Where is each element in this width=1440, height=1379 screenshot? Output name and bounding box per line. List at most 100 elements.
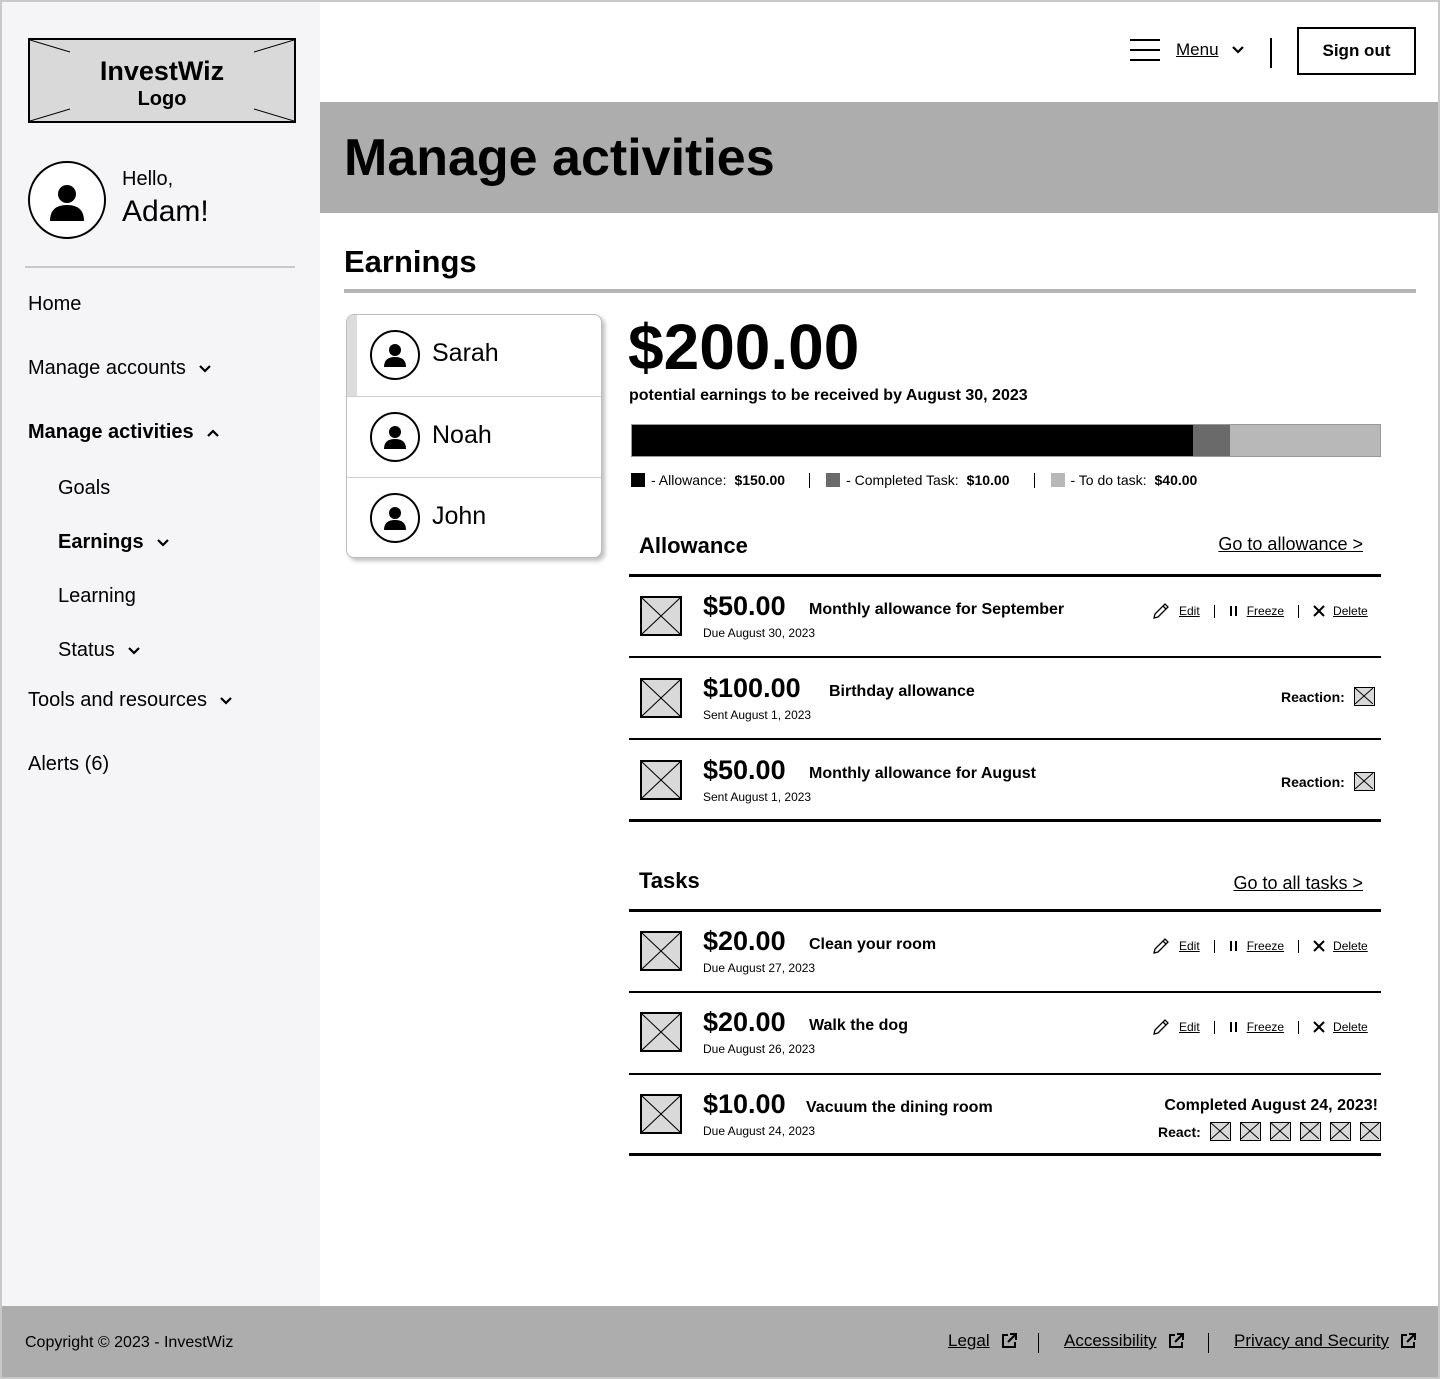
child-avatar: [370, 412, 420, 462]
delete-button[interactable]: Delete: [1313, 1020, 1368, 1034]
earnings-breakdown-bar: [631, 424, 1381, 457]
menu-button[interactable]: Menu: [1130, 38, 1245, 62]
sidebar-item-tools[interactable]: Tools and resources: [28, 689, 233, 712]
greeting-hello: Hello,: [122, 168, 174, 190]
earnings-legend: - Allowance: $150.00 - Completed Task: $…: [631, 472, 1197, 488]
edit-label: Edit: [1179, 1020, 1200, 1034]
sidebar-item-label: Goals: [58, 477, 111, 499]
tasks-top-rule: [629, 909, 1381, 912]
delete-label: Delete: [1333, 1020, 1368, 1034]
allowance-date: Sent August 1, 2023: [703, 708, 812, 722]
go-to-allowance-link[interactable]: Go to allowance >: [1218, 534, 1363, 555]
footer-divider: [1038, 1333, 1039, 1353]
pause-icon: [1229, 606, 1237, 616]
delete-button[interactable]: Delete: [1313, 939, 1368, 953]
legend-value: $10.00: [966, 472, 1010, 488]
user-avatar[interactable]: [28, 161, 106, 239]
footer-link-label: Legal: [948, 1331, 990, 1350]
task-date: Due August 27, 2023: [703, 961, 816, 975]
freeze-label: Freeze: [1246, 1020, 1285, 1034]
greeting-name: Adam!: [122, 195, 209, 228]
child-item-sarah[interactable]: Sarah: [347, 315, 601, 396]
react-placeholder-icon[interactable]: [1269, 1122, 1291, 1141]
close-icon: [1313, 1021, 1325, 1033]
allowance-date: Due August 30, 2023: [703, 626, 816, 640]
sign-out-button[interactable]: Sign out: [1297, 27, 1416, 75]
pencil-icon: [1153, 1019, 1169, 1035]
sidebar-item-manage-accounts[interactable]: Manage accounts: [28, 357, 212, 380]
sidebar-item-alerts[interactable]: Alerts (6): [28, 753, 109, 776]
reaction-placeholder-icon[interactable]: [1353, 687, 1375, 706]
edit-button[interactable]: Edit: [1151, 936, 1200, 956]
reaction-placeholder-icon[interactable]: [1353, 772, 1375, 791]
go-to-all-tasks-link[interactable]: Go to all tasks >: [1233, 873, 1363, 894]
react-placeholder-icon[interactable]: [1209, 1122, 1231, 1141]
delete-button[interactable]: Delete: [1313, 604, 1368, 618]
task-actions: Edit Freeze Delete: [1151, 1017, 1368, 1037]
allowance-title: Monthly allowance for August: [809, 765, 1036, 782]
footer-link-accessibility[interactable]: Accessibility: [1064, 1331, 1185, 1351]
edit-button[interactable]: Edit: [1151, 1017, 1200, 1037]
user-icon: [384, 426, 406, 449]
sidebar-item-manage-activities[interactable]: Manage activities: [28, 421, 220, 444]
tasks-bottom-rule: [629, 1153, 1381, 1156]
task-amount: $20.00: [703, 926, 786, 956]
edit-button[interactable]: Edit: [1151, 601, 1200, 621]
footer-divider: [1208, 1333, 1209, 1353]
react-placeholder-icon[interactable]: [1299, 1122, 1321, 1141]
row-divider: [629, 991, 1381, 993]
react-placeholder-icon[interactable]: [1239, 1122, 1261, 1141]
allowance-bottom-rule: [629, 819, 1381, 822]
chevron-down-icon: [156, 538, 169, 547]
task-title: Clean your room: [809, 936, 937, 953]
footer-link-legal[interactable]: Legal: [948, 1331, 1018, 1351]
footer: Copyright © 2023 - InvestWiz Legal Acces…: [0, 1306, 1440, 1379]
delete-label: Delete: [1333, 939, 1368, 953]
action-divider: [1298, 1020, 1300, 1034]
sidebar-item-label: Earnings: [58, 531, 144, 553]
freeze-button[interactable]: Freeze: [1229, 604, 1284, 618]
external-link-icon: [1168, 1333, 1184, 1348]
logo[interactable]: InvestWiz Logo: [28, 38, 296, 123]
sidebar-item-home[interactable]: Home: [28, 293, 81, 316]
sidebar-item-label: Learning: [58, 585, 136, 607]
allowance-amount: $100.00: [703, 673, 801, 703]
child-item-noah[interactable]: Noah: [347, 396, 601, 477]
sidebar-divider: [25, 266, 295, 268]
sidebar-item-goals[interactable]: Goals: [58, 477, 110, 500]
freeze-button[interactable]: Freeze: [1229, 939, 1284, 953]
action-divider: [1298, 604, 1300, 618]
chevron-down-icon: [220, 696, 232, 705]
action-divider: [1298, 939, 1300, 953]
pause-icon: [1229, 941, 1237, 951]
allowance-top-rule: [629, 574, 1381, 577]
allowance-actions: Edit Freeze Delete: [1151, 601, 1368, 621]
footer-link-privacy[interactable]: Privacy and Security: [1234, 1331, 1417, 1351]
legend-divider: [1033, 472, 1035, 488]
sidebar-item-earnings[interactable]: Earnings: [58, 531, 170, 554]
react-placeholder-icon[interactable]: [1359, 1122, 1381, 1141]
potential-earnings-subtitle: potential earnings to be received by Aug…: [629, 387, 1028, 404]
legend-swatch-completed: [826, 473, 841, 487]
reaction-label: Reaction:: [1281, 688, 1345, 705]
task-title: Walk the dog: [809, 1017, 908, 1034]
section-divider: [344, 289, 1416, 293]
page-title: Manage activities: [344, 129, 775, 187]
sidebar-item-status[interactable]: Status: [58, 639, 141, 662]
child-name: Sarah: [432, 339, 499, 367]
footer-link-label: Privacy and Security: [1234, 1331, 1389, 1350]
task-title: Vacuum the dining room: [806, 1099, 993, 1116]
legend-swatch-allowance: [631, 473, 645, 487]
earnings-bar-segment-completed-task: [1193, 425, 1231, 456]
allowance-date: Sent August 1, 2023: [703, 790, 812, 804]
task-date: Due August 24, 2023: [703, 1124, 816, 1138]
row-divider: [629, 1073, 1381, 1075]
legend-label: - Allowance:: [651, 472, 727, 488]
freeze-label: Freeze: [1246, 604, 1285, 618]
freeze-button[interactable]: Freeze: [1229, 1020, 1284, 1034]
allowance-title: Monthly allowance for September: [809, 601, 1065, 618]
child-list: Sarah Noah John: [346, 314, 602, 558]
react-placeholder-icon[interactable]: [1329, 1122, 1351, 1141]
child-item-john[interactable]: John: [347, 477, 601, 557]
sidebar-item-learning[interactable]: Learning: [58, 585, 136, 608]
